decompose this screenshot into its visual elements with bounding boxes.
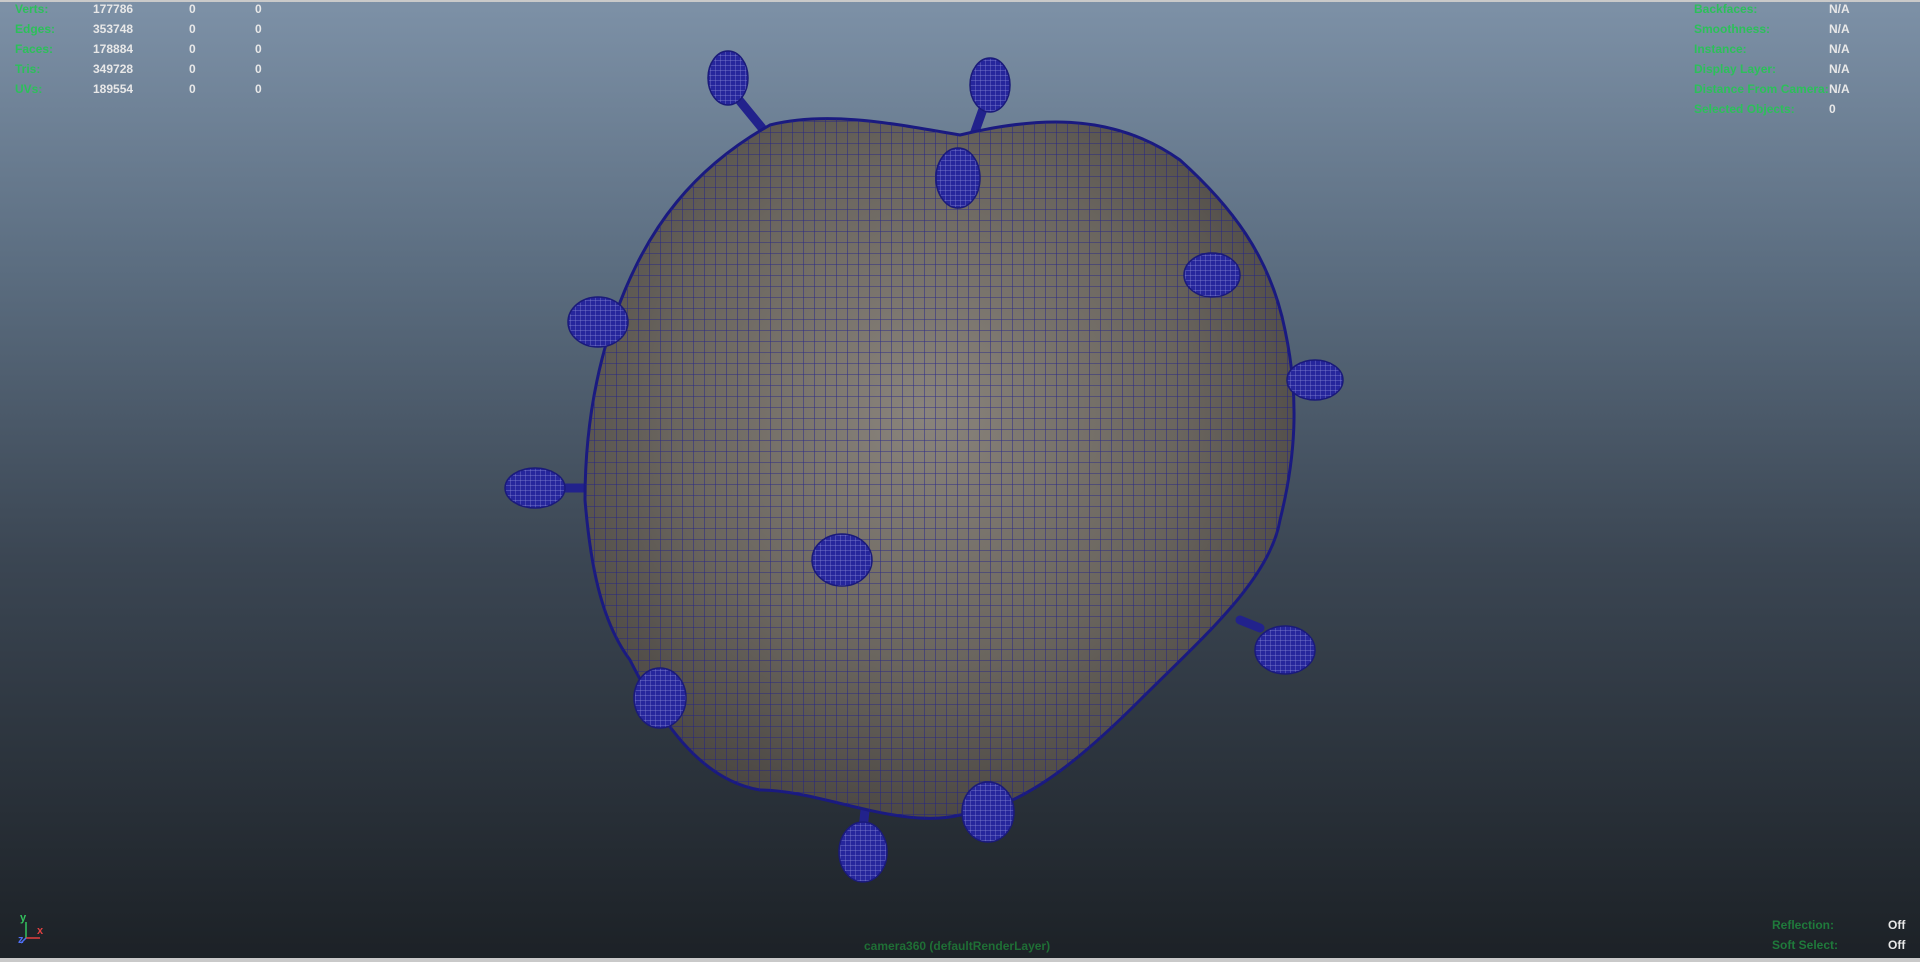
hud-label: Tris: [15,62,41,76]
hud-value: 353748 [93,22,134,36]
hud-value: Off [1888,938,1906,952]
hud-label: Selected Objects: [1694,102,1795,116]
viewport-bottom-border [0,958,1920,962]
viewport-panel[interactable]: Verts: 177786 0 0 Edges: 353748 0 0 Face… [0,0,1920,962]
hud-value: N/A [1829,22,1850,36]
hud-label: Faces: [15,42,54,56]
hud-label: Verts: [15,2,49,16]
hud-value: 178884 [93,42,134,56]
hud-value: 189554 [93,82,134,96]
hud-label: Reflection: [1772,918,1835,932]
hud-value: 0 [189,2,196,16]
hud-value: N/A [1829,42,1850,56]
hud-value: 0 [189,42,196,56]
axis-gizmo-icon: y x z [18,912,52,946]
hud-label: Soft Select: [1772,938,1839,952]
hud-value: 0 [189,82,196,96]
hud-value: 0 [255,62,262,76]
hud-label: Instance: [1694,42,1747,56]
hud-label: Display Layer: [1694,62,1777,76]
hud-value: 0 [189,22,196,36]
axis-x-label: x [37,925,44,937]
axis-z-label: z [18,934,24,946]
hud-value: 0 [255,82,262,96]
axis-y-label: y [20,912,27,924]
hud-label: Edges: [15,22,56,36]
hud-value: 0 [1829,102,1836,116]
hud-label: Distance From Camera: [1694,82,1829,96]
camera-name-label: camera360 (defaultRenderLayer) [864,939,1051,953]
hud-value: 349728 [93,62,134,76]
hud-value: 177786 [93,2,134,16]
hud-value: N/A [1829,82,1850,96]
hud-value: 0 [189,62,196,76]
hud-label: Smoothness: [1694,22,1771,36]
hud-label: UVs: [15,82,43,96]
hud-value: N/A [1829,2,1850,16]
hud-value: 0 [255,22,262,36]
hud-value: 0 [255,42,262,56]
hud-label: Backfaces: [1694,2,1758,16]
hud-value: 0 [255,2,262,16]
mesh-object[interactable] [0,0,1920,962]
hud-value: Off [1888,918,1906,932]
hud-value: N/A [1829,62,1850,76]
